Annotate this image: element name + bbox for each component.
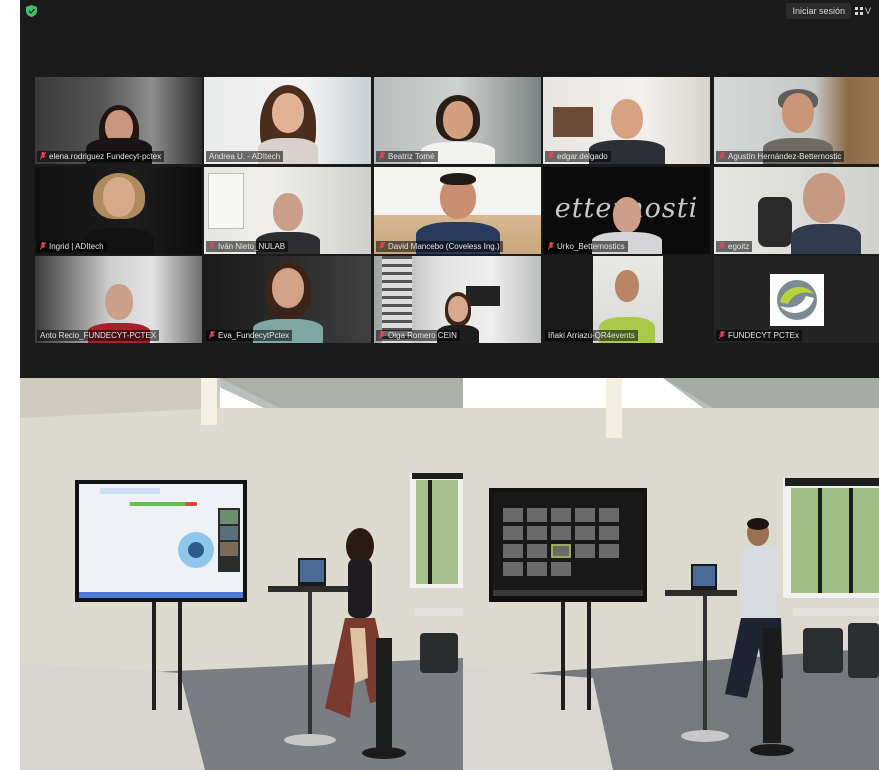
- participant-name-label: Urko_Betternostics: [545, 241, 628, 252]
- participant-name: Anto Recio_FUNDECYT-PCTEX: [40, 331, 157, 340]
- muted-mic-icon: [379, 152, 385, 160]
- room-photo-presenter-woman: [20, 378, 463, 770]
- participant-name: Olga Romero CEIN: [388, 331, 457, 340]
- participant-name: Beatriz Tomé: [388, 152, 435, 161]
- participant-tile[interactable]: Ingrid | ADItech: [35, 167, 202, 254]
- participant-tile[interactable]: elena.rodriguez Fundecyt-pctex: [35, 77, 202, 164]
- participant-tile[interactable]: Iván Nieto_NULAB: [204, 167, 371, 254]
- participant-name: Iván Nieto_NULAB: [218, 242, 286, 251]
- participant-name-label: FUNDECYT PCTEx: [716, 330, 802, 341]
- participant-name-label: Iván Nieto_NULAB: [206, 241, 289, 252]
- participant-name: Urko_Betternostics: [557, 242, 625, 251]
- participant-name: FUNDECYT PCTEx: [728, 331, 799, 340]
- fundecyt-logo: [770, 274, 824, 326]
- video-meeting-window: Iniciar sesión V elena.rodriguez Fundecy…: [20, 0, 879, 378]
- gallery-view-icon: [855, 7, 863, 15]
- participant-name: edgar.delgado: [557, 152, 608, 161]
- muted-mic-icon: [379, 331, 385, 339]
- participant-name-label: Ingrid | ADItech: [37, 241, 107, 252]
- muted-mic-icon: [719, 242, 725, 250]
- participant-tile[interactable]: Agustín Hernández-Betternostic: [714, 77, 879, 164]
- muted-mic-icon: [40, 242, 46, 250]
- participant-tile[interactable]: Iñaki Arriazu-QR4events: [543, 256, 710, 343]
- security-shield-icon[interactable]: [26, 5, 37, 17]
- muted-mic-icon: [719, 331, 725, 339]
- participant-name: egoitz: [728, 242, 750, 251]
- participant-name: Iñaki Arriazu-QR4events: [548, 331, 635, 340]
- participant-name-label: Agustín Hernández-Betternostic: [716, 151, 845, 162]
- participant-name-label: egoitz: [716, 241, 753, 252]
- participant-name: Andrea U. - ADItech: [209, 152, 281, 161]
- participant-tile[interactable]: Andrea U. - ADItech: [204, 77, 371, 164]
- participant-name-label: elena.rodriguez Fundecyt-pctex: [37, 151, 165, 162]
- participant-name-label: Eva_FundecytPctex: [206, 330, 293, 341]
- participant-name-label: Iñaki Arriazu-QR4events: [545, 330, 638, 341]
- muted-mic-icon: [209, 242, 215, 250]
- participant-tile[interactable]: Eva_FundecytPctex: [204, 256, 371, 343]
- view-button[interactable]: V: [855, 3, 879, 19]
- participant-tile-active-speaker[interactable]: Anto Recio_FUNDECYT-PCTEX: [35, 256, 202, 343]
- participant-name: Eva_FundecytPctex: [218, 331, 290, 340]
- sign-in-button[interactable]: Iniciar sesión: [786, 3, 851, 19]
- muted-mic-icon: [209, 331, 215, 339]
- participant-tile[interactable]: egoitz: [714, 167, 879, 254]
- room-photo-presenter-man: [463, 378, 879, 770]
- participant-name-label: David Mancebo (Coveless Ing.): [376, 241, 503, 252]
- participant-tile[interactable]: edgar.delgado: [543, 77, 710, 164]
- meeting-top-bar: Iniciar sesión V: [20, 0, 879, 22]
- participant-name-label: Andrea U. - ADItech: [206, 151, 284, 162]
- muted-mic-icon: [719, 152, 725, 160]
- participant-name: elena.rodriguez Fundecyt-pctex: [49, 152, 162, 161]
- participant-name: David Mancebo (Coveless Ing.): [388, 242, 500, 251]
- participant-tile[interactable]: Beatriz Tomé: [374, 77, 541, 164]
- muted-mic-icon: [548, 152, 554, 160]
- participant-tile[interactable]: Olga Romero CEIN: [374, 256, 541, 343]
- muted-mic-icon: [548, 242, 554, 250]
- participant-name-label: Olga Romero CEIN: [376, 330, 460, 341]
- participant-name-label: edgar.delgado: [545, 151, 611, 162]
- participant-gallery: elena.rodriguez Fundecyt-pctex Andrea U.…: [35, 77, 879, 344]
- participant-tile[interactable]: FUNDECYT PCTEx: [714, 256, 879, 343]
- view-button-label: V: [865, 6, 872, 16]
- participant-name: Agustín Hernández-Betternostic: [728, 152, 842, 161]
- participant-name-label: Beatriz Tomé: [376, 151, 438, 162]
- muted-mic-icon: [379, 242, 385, 250]
- participant-tile[interactable]: David Mancebo (Coveless Ing.): [374, 167, 541, 254]
- muted-mic-icon: [40, 152, 46, 160]
- participant-tile[interactable]: etternosti Urko_Betternostics: [543, 167, 710, 254]
- participant-name-label: Anto Recio_FUNDECYT-PCTEX: [37, 330, 160, 341]
- participant-name: Ingrid | ADItech: [49, 242, 104, 251]
